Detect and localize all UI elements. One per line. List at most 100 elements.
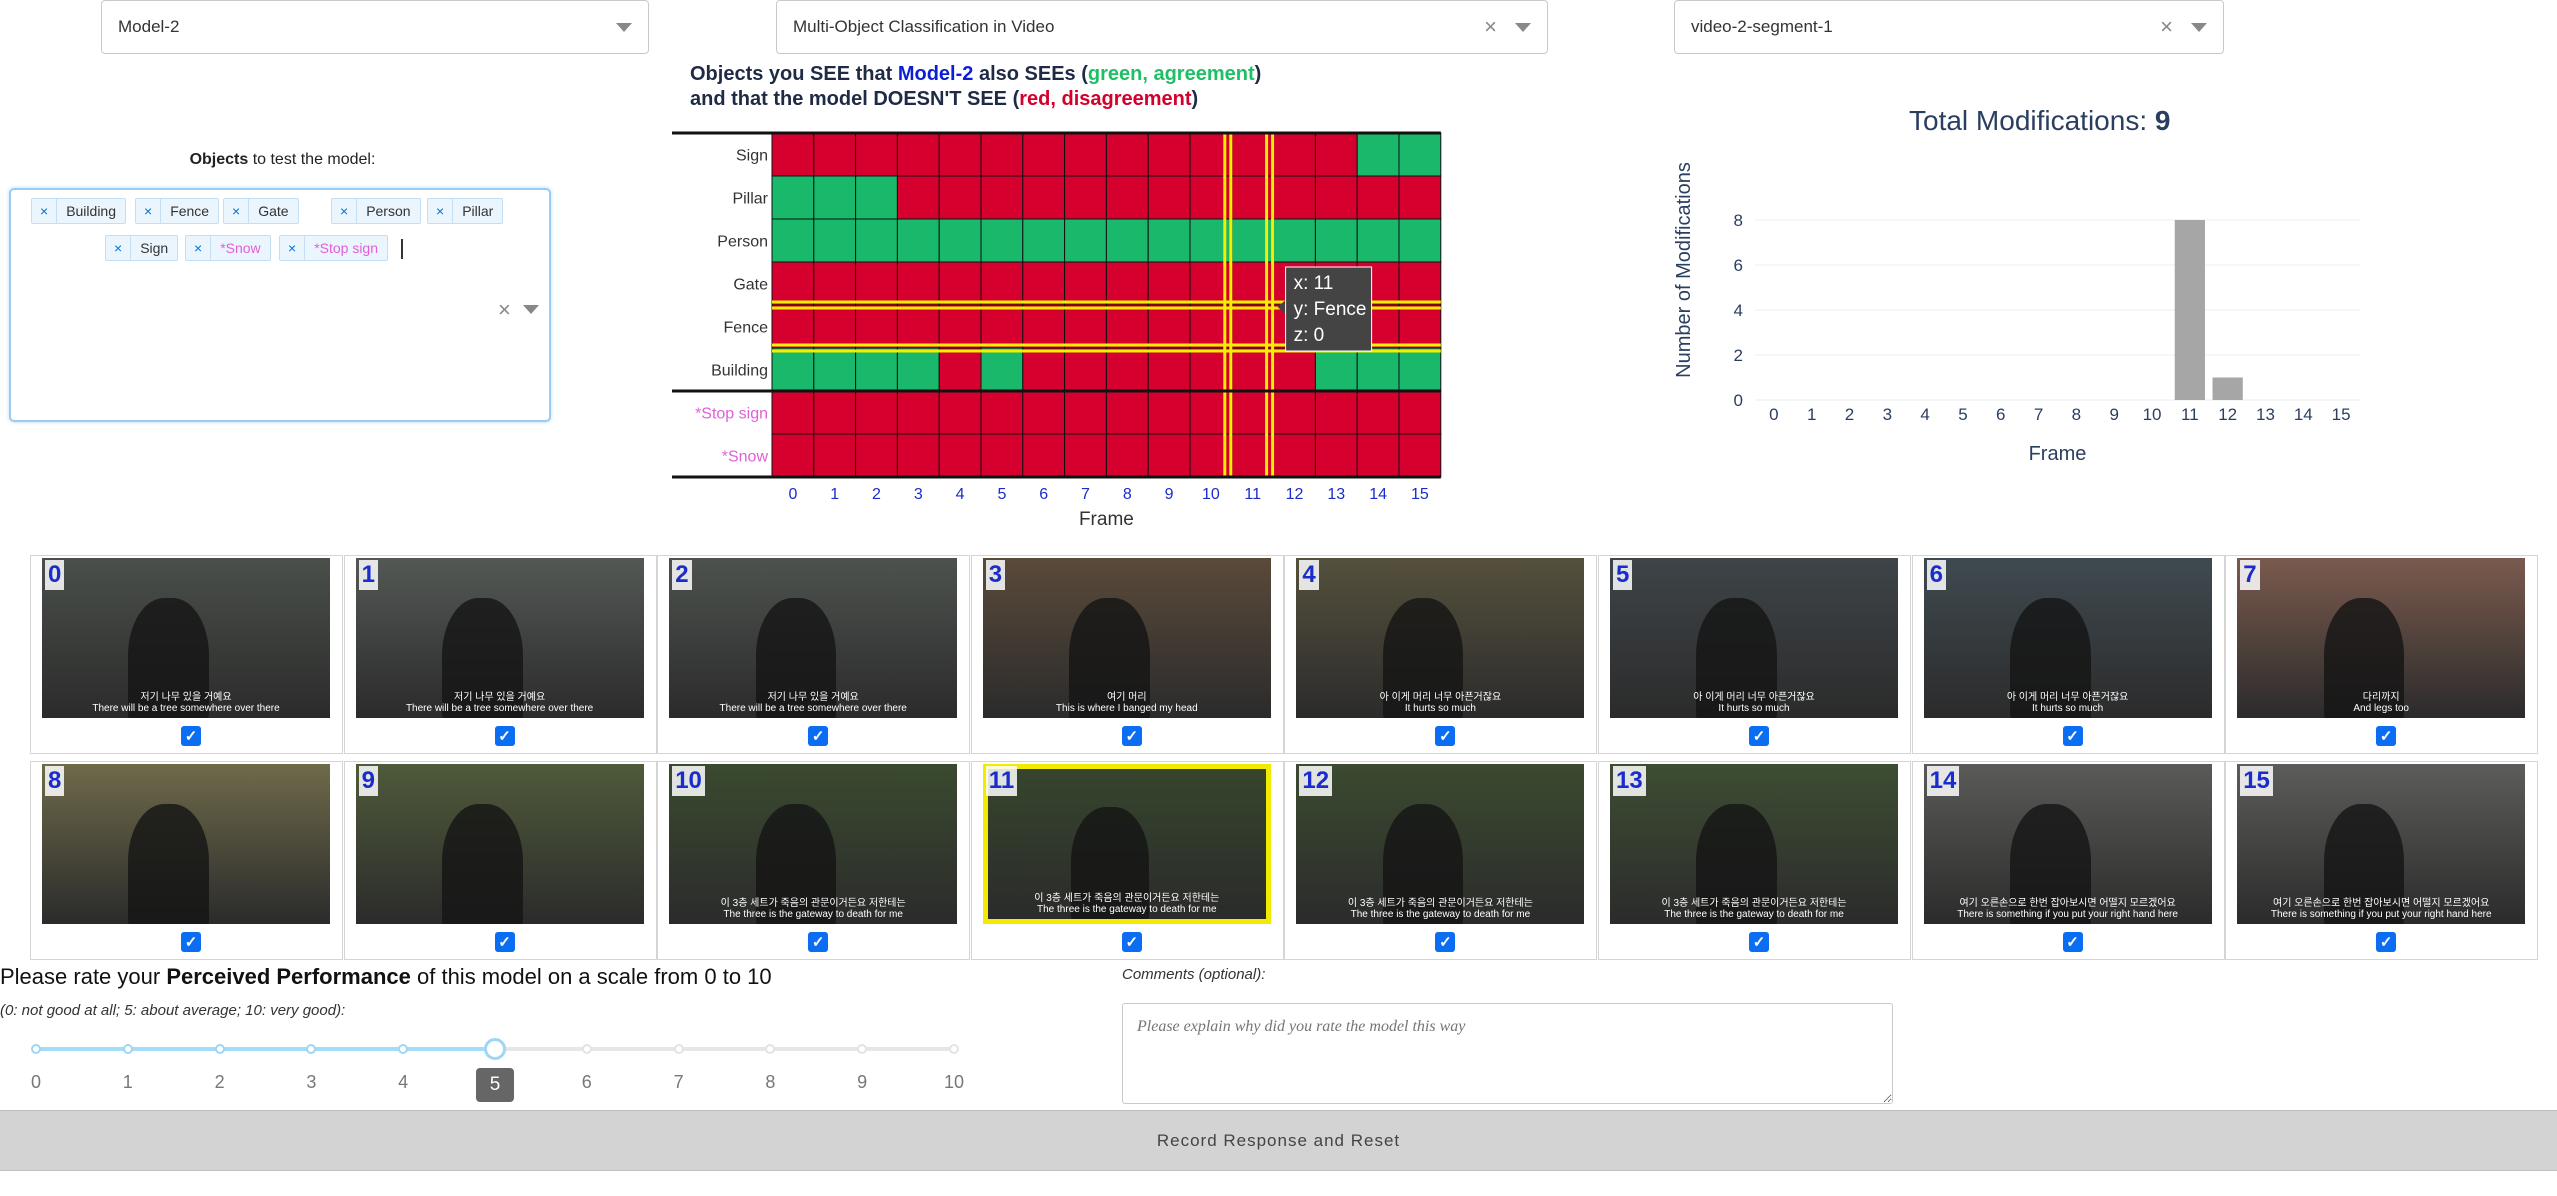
heatmap-cell[interactable] (771, 347, 815, 392)
frame-thumbnail[interactable]: 아 이게 머리 너무 아픈거잖요 It hurts so much 4 ✓ (1284, 555, 1598, 754)
remove-chip-icon[interactable]: × (428, 199, 454, 223)
frame-thumbnail[interactable]: 이 3층 세트가 죽음의 관문이거든요 저한테는 The three is the… (657, 761, 971, 960)
frame-thumbnail[interactable]: 여기 오른손으로 한번 잡아보시면 어떨지 모르겠어요 There is some… (1911, 761, 2225, 960)
frame-image[interactable] (42, 764, 330, 924)
heatmap-cell[interactable] (1314, 347, 1358, 392)
heatmap-cell[interactable] (938, 347, 982, 392)
frame-thumbnail[interactable]: 저기 나무 있을 거예요 There will be a tree somewhe… (30, 555, 343, 754)
heatmap-cell[interactable] (1356, 175, 1400, 220)
heatmap-cell[interactable] (980, 433, 1024, 478)
object-chip[interactable]: × Building (31, 198, 127, 224)
heatmap-cell[interactable] (1147, 261, 1191, 306)
frame-thumbnail[interactable]: 다리까지 And legs too 7 ✓ (2225, 555, 2539, 754)
heatmap-cell[interactable] (980, 304, 1024, 349)
heatmap-cell[interactable] (1105, 304, 1149, 349)
heatmap-cell[interactable] (1105, 175, 1149, 220)
object-chip[interactable]: × Fence (135, 198, 220, 224)
heatmap-cell[interactable] (1356, 218, 1400, 263)
frame-checkbox[interactable]: ✓ (494, 726, 515, 746)
heatmap-cell[interactable] (1147, 218, 1191, 263)
heatmap-cell[interactable] (1356, 433, 1400, 478)
heatmap-cell[interactable] (1022, 218, 1066, 263)
frame-image[interactable]: 아 이게 머리 너무 아픈거잖요 It hurts so much (1610, 558, 1898, 718)
task-dropdown[interactable]: Multi-Object Classification in Video × (776, 0, 1548, 54)
frame-thumbnail[interactable]: 여기 오른손으로 한번 잡아보시면 어떨지 모르겠어요 There is some… (2225, 761, 2539, 960)
heatmap-cell[interactable] (1022, 347, 1066, 392)
heatmap-cell[interactable] (1105, 433, 1149, 478)
frame-image[interactable]: 이 3층 세트가 죽음의 관문이거든요 저한테는 The three is the… (1296, 764, 1585, 924)
heatmap-cell[interactable] (1022, 433, 1066, 478)
frame-checkbox[interactable]: ✓ (2376, 726, 2397, 746)
heatmap-cell[interactable] (896, 304, 940, 349)
heatmap-cell[interactable] (1314, 132, 1358, 177)
object-chip[interactable]: × Pillar (427, 198, 504, 224)
heatmap-cell[interactable] (813, 304, 857, 349)
comments-textarea[interactable] (1122, 1003, 1893, 1104)
remove-chip-icon[interactable]: × (106, 236, 132, 260)
frame-thumbnail[interactable]: 8 ✓ (30, 761, 343, 960)
slider-mark[interactable] (673, 1044, 684, 1054)
frame-image[interactable] (355, 764, 644, 924)
heatmap-cell[interactable] (813, 132, 857, 177)
frame-image[interactable]: 저기 나무 있을 거예요 There will be a tree somewhe… (669, 558, 958, 718)
frame-thumbnail[interactable]: 저기 나무 있을 거예요 There will be a tree somewhe… (343, 555, 657, 754)
frame-checkbox[interactable]: ✓ (181, 726, 201, 746)
frame-checkbox[interactable]: ✓ (1749, 932, 1769, 952)
heatmap-cell[interactable] (896, 218, 940, 263)
slider-mark[interactable] (306, 1044, 317, 1054)
heatmap-cell[interactable] (896, 175, 940, 220)
heatmap-cell[interactable] (1398, 261, 1442, 306)
frame-image[interactable]: 아 이게 머리 너무 아픈거잖요 It hurts so much (1923, 558, 2212, 718)
heatmap-cell[interactable] (1147, 132, 1191, 177)
heatmap-cell[interactable] (896, 347, 940, 392)
bar[interactable] (2174, 220, 2205, 400)
frame-checkbox[interactable]: ✓ (2062, 726, 2083, 746)
heatmap-cell[interactable] (813, 390, 857, 435)
heatmap-cell[interactable] (938, 390, 982, 435)
remove-chip-icon[interactable]: × (136, 199, 162, 223)
object-chip[interactable]: × Sign (105, 235, 179, 261)
heatmap-cell[interactable] (1273, 132, 1316, 177)
frame-image[interactable]: 여기 오른손으로 한번 잡아보시면 어떨지 모르겠어요 There is some… (1923, 764, 2212, 924)
heatmap-cell[interactable] (980, 132, 1024, 177)
chevron-down-icon[interactable] (616, 22, 632, 32)
heatmap-cell[interactable] (1064, 304, 1107, 349)
heatmap-cell[interactable] (938, 218, 982, 263)
object-chip[interactable]: × Gate (223, 198, 299, 224)
frame-image[interactable]: 저기 나무 있을 거예요 There will be a tree somewhe… (42, 558, 330, 718)
frame-checkbox[interactable]: ✓ (808, 726, 829, 746)
objects-multiselect[interactable]: × Building × Fence × Gate × Person × Pillar × Sign ×… (9, 188, 551, 422)
heatmap-cell[interactable] (855, 390, 898, 435)
frame-checkbox[interactable]: ✓ (494, 932, 515, 952)
heatmap-cell[interactable] (1314, 218, 1358, 263)
heatmap-chart[interactable]: Sign Pillar Person Gate Fence Building *Stop s… (660, 125, 1460, 530)
frame-image[interactable]: 이 3층 세트가 죽음의 관문이거든요 저한테는 The three is the… (1610, 764, 1898, 924)
slider-mark[interactable] (949, 1044, 959, 1054)
heatmap-cell[interactable] (1314, 390, 1358, 435)
heatmap-cell[interactable] (813, 347, 857, 392)
heatmap-cell[interactable] (1064, 175, 1107, 220)
frame-image[interactable]: 여기 오른손으로 한번 잡아보시면 어떨지 모르겠어요 There is some… (2237, 764, 2526, 924)
frame-thumbnail[interactable]: 이 3층 세트가 죽음의 관문이거든요 저한테는 The three is the… (1284, 761, 1598, 960)
remove-chip-icon[interactable]: × (32, 199, 58, 223)
heatmap-cell[interactable] (1105, 132, 1149, 177)
slider-mark[interactable] (581, 1044, 592, 1054)
heatmap-cell[interactable] (896, 433, 940, 478)
frame-checkbox[interactable]: ✓ (1749, 726, 1769, 746)
frame-thumbnail[interactable]: 여기 머리 This is where I banged my head 3 ✓ (970, 555, 1284, 754)
heatmap-cell[interactable] (1147, 347, 1191, 392)
frame-checkbox[interactable]: ✓ (2376, 932, 2397, 952)
heatmap-cell[interactable] (771, 218, 815, 263)
frame-checkbox[interactable]: ✓ (181, 932, 201, 952)
frame-image[interactable]: 이 3층 세트가 죽음의 관문이거든요 저한테는 The three is the… (669, 764, 958, 924)
heatmap-cell[interactable] (980, 390, 1024, 435)
clear-icon[interactable]: × (1484, 14, 1497, 40)
heatmap-cell[interactable] (1398, 304, 1442, 349)
frame-image[interactable]: 이 3층 세트가 죽음의 관문이거든요 저한테는 The three is the… (982, 764, 1271, 924)
chevron-down-icon[interactable] (523, 305, 539, 314)
heatmap-cell[interactable] (1314, 433, 1358, 478)
heatmap-cell[interactable] (1356, 132, 1400, 177)
heatmap-cell[interactable] (980, 261, 1024, 306)
heatmap-cell[interactable] (1064, 347, 1107, 392)
frame-checkbox[interactable]: ✓ (1435, 726, 1456, 746)
